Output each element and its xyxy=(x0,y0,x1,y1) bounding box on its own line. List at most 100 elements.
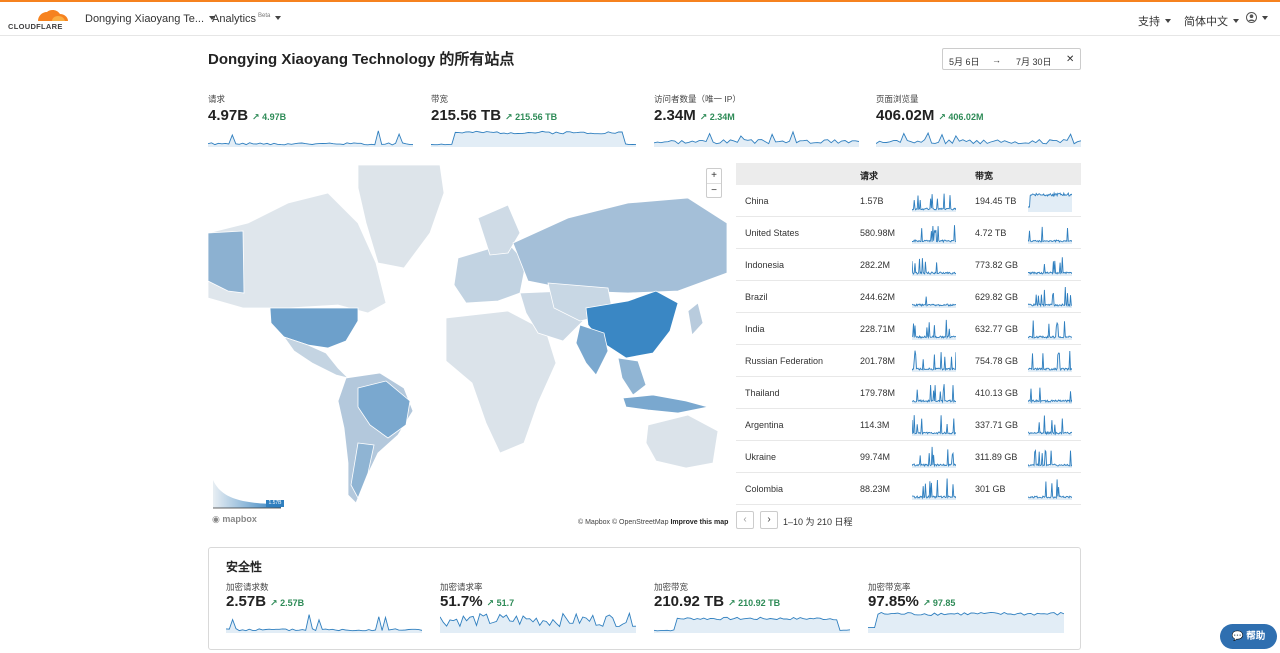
stat-label: 加密请求率 xyxy=(440,582,483,592)
stat-label: 加密请求数 xyxy=(226,582,269,592)
requests-value: 88.23M xyxy=(860,484,891,494)
bandwidth-value: 4.72 TB xyxy=(975,228,1007,238)
top-navigation: CLOUDFLARE Dongying Xiaoyang Te... Analy… xyxy=(0,0,1280,36)
sparkline-line xyxy=(912,225,956,244)
country-name: United States xyxy=(745,228,800,238)
table-row[interactable]: India 228.71M 632.77 GB xyxy=(736,313,1081,345)
requests-row-sparkline xyxy=(912,258,956,276)
sparkline-line xyxy=(912,384,956,404)
requests-row-sparkline xyxy=(912,350,956,372)
chat-icon: 💬 xyxy=(1231,631,1244,642)
table-row[interactable]: Indonesia 282.2M 773.82 GB xyxy=(736,249,1081,281)
bandwidth-sparkline xyxy=(431,130,636,147)
sparkline-area xyxy=(654,131,859,147)
stat-value: 4.97B xyxy=(208,107,249,124)
table-row[interactable]: Argentina 114.3M 337.71 GB xyxy=(736,409,1081,441)
bandwidth-row-sparkline xyxy=(1028,320,1072,340)
stat-label: 请求 xyxy=(208,94,226,104)
table-row[interactable]: Thailand 179.78M 410.13 GB xyxy=(736,377,1081,409)
requests-value: 244.62M xyxy=(860,292,896,302)
country-name: Colombia xyxy=(745,484,784,494)
date-from[interactable]: 5月 6日 xyxy=(949,55,980,68)
help-button[interactable]: 💬 帮助 xyxy=(1220,624,1277,649)
world-map-svg xyxy=(208,164,727,504)
column-bandwidth[interactable]: 带宽 xyxy=(975,169,993,182)
beta-badge: Beta xyxy=(258,13,271,19)
stat-encrypted-bandwidth: 加密带宽 210.92 TB ↗ 210.92 TB xyxy=(654,581,850,633)
map-zoom-control: + − xyxy=(706,168,722,198)
table-row[interactable]: Russian Federation 201.78M 754.78 GB xyxy=(736,345,1081,377)
stat-delta: ↗ 2.57B xyxy=(270,598,305,608)
table-row[interactable]: Ukraine 99.74M 311.89 GB xyxy=(736,441,1081,473)
stat-visitors: 访问者数量（唯一 IP） 2.34M ↗ 2.34M xyxy=(654,93,859,149)
stat-value: 97.85% xyxy=(868,593,919,610)
mapbox-logo[interactable]: ◉ mapbox xyxy=(212,514,257,525)
sparkline-line xyxy=(912,446,956,468)
sparkline-line xyxy=(1028,257,1072,275)
sparkline-area xyxy=(1028,193,1072,212)
prev-page-button[interactable]: ‹ xyxy=(736,511,754,529)
date-to[interactable]: 7月 30日 xyxy=(1016,55,1052,68)
requests-value: 114.3M xyxy=(860,420,890,430)
stat-delta: ↗ 210.92 TB xyxy=(728,598,781,608)
stat-requests: 请求 4.97B ↗ 4.97B xyxy=(208,93,413,149)
analytics-dropdown[interactable]: Analytics Beta xyxy=(212,13,282,25)
requests-value: 580.98M xyxy=(860,228,896,238)
sparkline-line xyxy=(912,193,956,211)
requests-row-sparkline xyxy=(912,296,956,308)
table-header: 请求 带宽 xyxy=(736,163,1081,185)
table-row[interactable]: Colombia 88.23M 301 GB xyxy=(736,473,1081,505)
sparkline-line xyxy=(912,319,956,340)
country-name: China xyxy=(745,196,769,206)
cloudflare-logo[interactable]: CLOUDFLARE xyxy=(8,8,70,32)
page-title: Dongying Xiaoyang Technology 的所有站点 xyxy=(208,51,515,68)
table-row[interactable]: China 1.57B 194.45 TB xyxy=(736,185,1081,217)
table-row[interactable]: United States 580.98M 4.72 TB xyxy=(736,217,1081,249)
stat-label: 访问者数量（唯一 IP） xyxy=(654,94,741,104)
support-dropdown[interactable]: 支持 xyxy=(1138,13,1171,29)
user-icon xyxy=(1246,12,1257,23)
stat-delta: ↗ 406.02M xyxy=(938,112,984,122)
bandwidth-value: 194.45 TB xyxy=(975,196,1017,206)
country-name: Argentina xyxy=(745,420,784,430)
chevron-down-icon xyxy=(275,16,282,20)
requests-value: 1.57B xyxy=(860,196,884,206)
requests-row-sparkline xyxy=(912,384,956,404)
chevron-down-icon xyxy=(1262,16,1268,20)
zoom-out-button[interactable]: − xyxy=(707,183,721,197)
requests-row-sparkline xyxy=(912,193,956,212)
requests-row-sparkline xyxy=(912,446,956,468)
attribution-text[interactable]: © Mapbox © OpenStreetMap xyxy=(578,519,668,526)
language-label: 简体中文 xyxy=(1184,16,1228,28)
improve-map-link[interactable]: Improve this map xyxy=(670,519,728,526)
column-requests[interactable]: 请求 xyxy=(860,169,878,182)
stat-value: 51.7% xyxy=(440,593,483,610)
clear-date-button[interactable]: ✕ xyxy=(1066,54,1074,65)
requests-value: 282.2M xyxy=(860,260,891,270)
requests-value: 179.78M xyxy=(860,388,896,398)
arrow-right-icon: → xyxy=(992,55,1001,65)
language-dropdown[interactable]: 简体中文 xyxy=(1184,13,1239,29)
world-map[interactable] xyxy=(208,163,727,530)
stat-delta: ↗ 2.34M xyxy=(699,112,735,122)
account-dropdown[interactable]: Dongying Xiaoyang Te... xyxy=(85,13,216,25)
requests-row-sparkline xyxy=(912,225,956,244)
stat-pageviews: 页面浏览量 406.02M ↗ 406.02M xyxy=(876,93,1081,149)
date-range-picker[interactable]: 5月 6日 → 7月 30日 ✕ xyxy=(942,48,1081,70)
stat-delta: ↗ 215.56 TB xyxy=(505,112,558,122)
bandwidth-row-sparkline xyxy=(1028,350,1072,372)
next-page-button[interactable]: › xyxy=(760,511,778,529)
zoom-in-button[interactable]: + xyxy=(707,169,721,183)
logo-text: CLOUDFLARE xyxy=(8,22,63,31)
sparkline-area xyxy=(654,617,850,633)
sparkline-line xyxy=(1028,350,1072,372)
stat-label: 加密带宽 xyxy=(654,582,689,592)
user-menu[interactable] xyxy=(1246,12,1268,25)
bandwidth-value: 629.82 GB xyxy=(975,292,1019,302)
table-row[interactable]: Brazil 244.62M 629.82 GB xyxy=(736,281,1081,313)
bandwidth-row-sparkline xyxy=(1028,479,1072,500)
stat-label: 带宽 xyxy=(431,94,449,104)
sparkline-line xyxy=(1028,479,1072,499)
encrypted-requests-sparkline xyxy=(226,614,422,633)
requests-row-sparkline xyxy=(912,478,956,500)
